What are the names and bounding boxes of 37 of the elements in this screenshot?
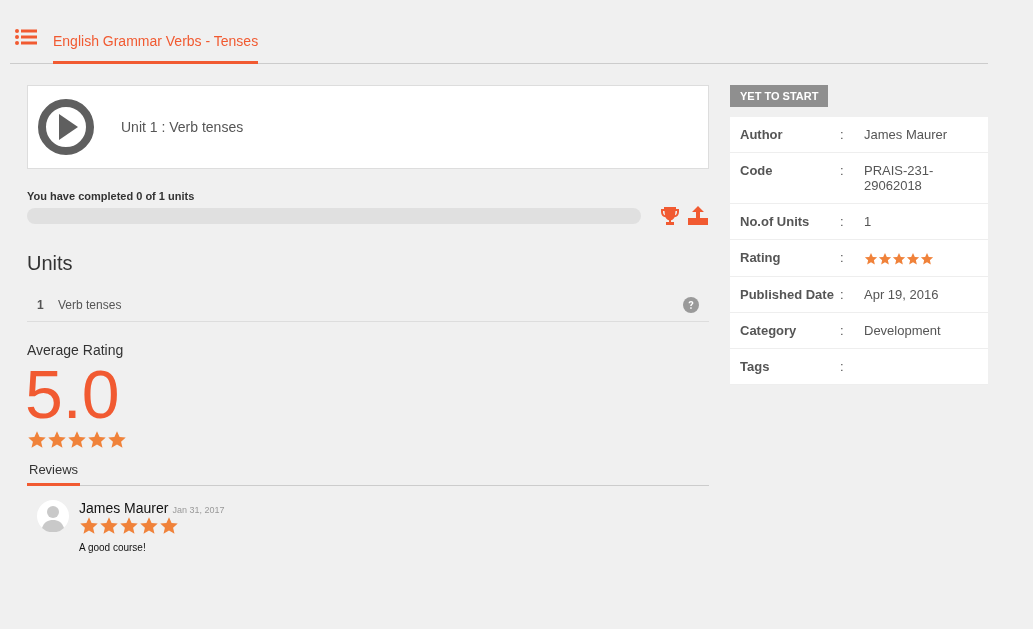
help-icon[interactable] [683,297,699,313]
list-icon[interactable] [15,29,37,45]
colon: : [840,127,845,142]
detail-value: Development [864,323,942,338]
reviewer-name: James Maurer [79,500,169,516]
detail-value: PRAIS-231-29062018 [864,163,935,193]
colon: : [840,323,845,338]
detail-value: Apr 19, 2016 [864,287,940,302]
detail-label: Code [740,163,774,178]
upload-icon[interactable] [688,206,708,226]
detail-value: 1 [864,214,873,229]
reviews-tab[interactable]: Reviews [27,458,81,486]
unit-title: Unit 1 : Verb tenses [121,119,244,135]
detail-label: Tags [740,359,771,374]
average-rating-heading: Average Rating [27,342,125,358]
review-date: Jan 31, 2017 [172,505,225,515]
avatar-icon [37,500,69,532]
detail-label: Author [740,127,784,142]
play-icon[interactable] [38,99,94,155]
average-rating-value: 5.0 [25,358,120,430]
colon: : [840,214,845,229]
trophy-icon[interactable] [660,206,680,226]
unit-number: 1 [37,298,45,312]
colon: : [840,359,845,374]
units-heading: Units [27,252,74,275]
detail-value: James Maurer [864,127,949,142]
colon: : [840,163,845,178]
detail-label: Published Date [740,287,835,302]
colon: : [840,287,845,302]
detail-label: Rating [740,250,782,265]
review-text: A good course! [79,542,147,553]
progress-text: You have completed 0 of 1 units [27,190,196,202]
detail-label: Category [740,323,798,338]
unit-name[interactable]: Verb tenses [58,298,683,312]
colon: : [840,250,845,265]
status-badge: YET TO START [730,85,829,107]
detail-label: No.of Units [740,214,811,229]
